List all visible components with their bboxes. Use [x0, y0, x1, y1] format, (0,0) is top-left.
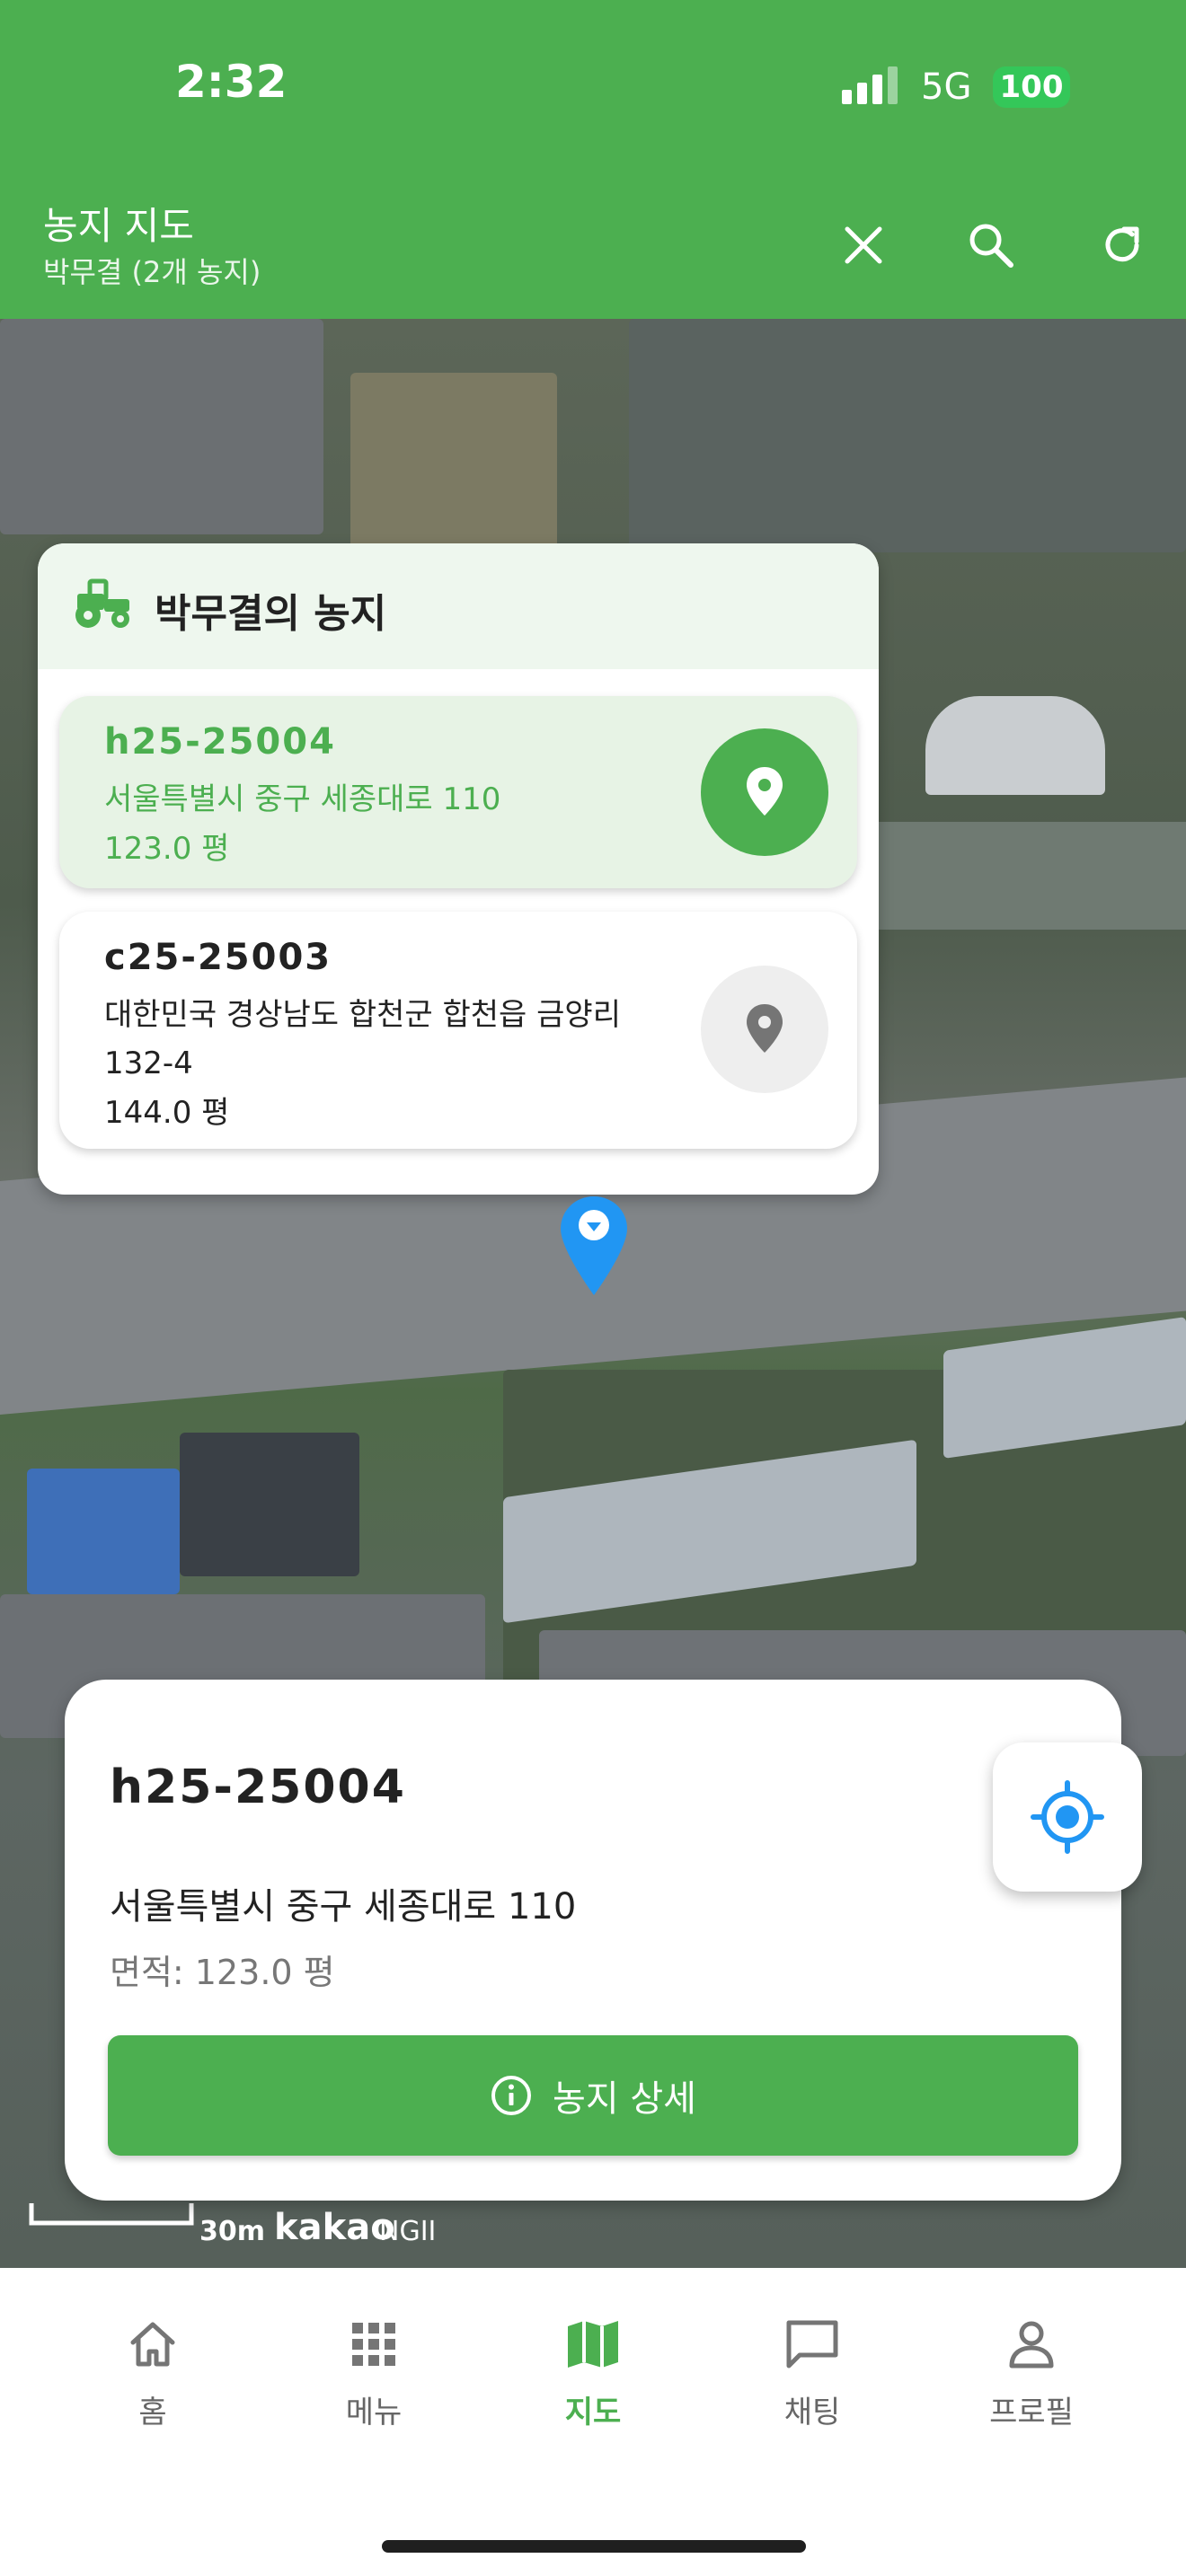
farm-list-header: 박무결의 농지 [38, 543, 879, 669]
farm-list-panel: 박무결의 농지 h25-25004 서울특별시 중구 세종대로 110 123.… [38, 543, 879, 1195]
map-marker-icon[interactable] [559, 1195, 629, 1297]
my-location-button[interactable] [993, 1742, 1142, 1892]
location-pin-icon [747, 767, 783, 816]
map-provider-logo: kakao [274, 2207, 395, 2248]
detail-farm-id: h25-25004 [110, 1760, 406, 1814]
map-scale-label: 30m [199, 2216, 266, 2247]
map-icon [568, 2321, 618, 2368]
farm-detail-card: h25-25004 서울특별시 중구 세종대로 110 면적: 123.0 평 … [65, 1680, 1121, 2201]
info-icon [491, 2076, 532, 2115]
farm-area: 144.0 평 [104, 1095, 230, 1131]
nav-label: 프로필 [989, 2395, 1074, 2430]
page-subtitle: 박무결 (2개 농지) [43, 255, 261, 289]
map-blue-roof [27, 1469, 180, 1594]
detail-farm-address: 서울특별시 중구 세종대로 110 [110, 1886, 577, 1928]
farm-detail-button[interactable]: 농지 상세 [108, 2035, 1078, 2156]
location-pin-icon [747, 1004, 783, 1053]
nav-item-profile[interactable]: 프로필 [942, 2317, 1121, 2431]
map-scale-bar [29, 2203, 194, 2226]
farm-id: c25-25003 [104, 937, 332, 978]
nav-label: 메뉴 [345, 2395, 403, 2430]
grid-icon [352, 2323, 395, 2366]
locate-farm-button[interactable] [701, 966, 828, 1093]
crosshair-icon [1031, 1780, 1104, 1854]
refresh-icon [1105, 226, 1139, 262]
farm-address: 서울특별시 중구 세종대로 110 [104, 781, 501, 817]
map-source-label: NGII [379, 2216, 437, 2247]
close-button[interactable] [823, 205, 904, 286]
nav-label: 홈 [138, 2395, 167, 2430]
status-time: 2:32 [175, 56, 288, 108]
locate-farm-button[interactable] [701, 728, 828, 856]
signal-icon [842, 66, 898, 104]
network-label: 5G [921, 66, 972, 108]
detail-farm-area: 면적: 123.0 평 [110, 1953, 335, 1992]
nav-item-chat[interactable]: 채팅 [722, 2317, 902, 2431]
map-solar-roof [180, 1433, 359, 1576]
map-stream [876, 822, 1186, 930]
farm-area: 123.0 평 [104, 831, 230, 867]
map-parking-lot [0, 319, 323, 534]
map-dome-building [925, 696, 1105, 795]
status-bar: 2:32 5G 100 [0, 0, 1186, 171]
home-icon [130, 2322, 175, 2367]
tractor-icon [75, 578, 129, 628]
nav-label: 채팅 [783, 2395, 841, 2430]
chat-icon [786, 2320, 838, 2369]
nav-item-menu[interactable]: 메뉴 [284, 2317, 464, 2431]
nav-item-map[interactable]: 지도 [503, 2317, 683, 2431]
search-icon [969, 224, 1013, 268]
nav-item-home[interactable]: 홈 [63, 2317, 243, 2431]
nav-label: 지도 [564, 2395, 622, 2430]
refresh-button[interactable] [1082, 205, 1163, 286]
farm-list-item[interactable]: h25-25004 서울특별시 중구 세종대로 110 123.0 평 [59, 696, 857, 888]
person-icon [1009, 2321, 1054, 2369]
home-indicator [382, 2540, 806, 2553]
app-bar: 농지 지도 박무결 (2개 농지) [0, 171, 1186, 319]
farm-list-title: 박무결의 농지 [155, 591, 387, 637]
bottom-navigation: 홈 메뉴 지도 채팅 프로필 [0, 2268, 1186, 2576]
close-icon [845, 226, 882, 264]
map-buildings [629, 319, 1186, 552]
map-field [350, 373, 557, 552]
page-title: 농지 지도 [43, 204, 194, 248]
farm-list-item[interactable]: c25-25003 대한민국 경상남도 합천군 합천읍 금양리 132-4 14… [59, 912, 857, 1149]
battery-indicator: 100 [993, 66, 1070, 108]
farm-address: 대한민국 경상남도 합천군 합천읍 금양리 132-4 [104, 997, 621, 1081]
farm-id: h25-25004 [104, 721, 336, 763]
farm-detail-button-label: 농지 상세 [553, 2078, 696, 2120]
search-button[interactable] [951, 205, 1031, 286]
